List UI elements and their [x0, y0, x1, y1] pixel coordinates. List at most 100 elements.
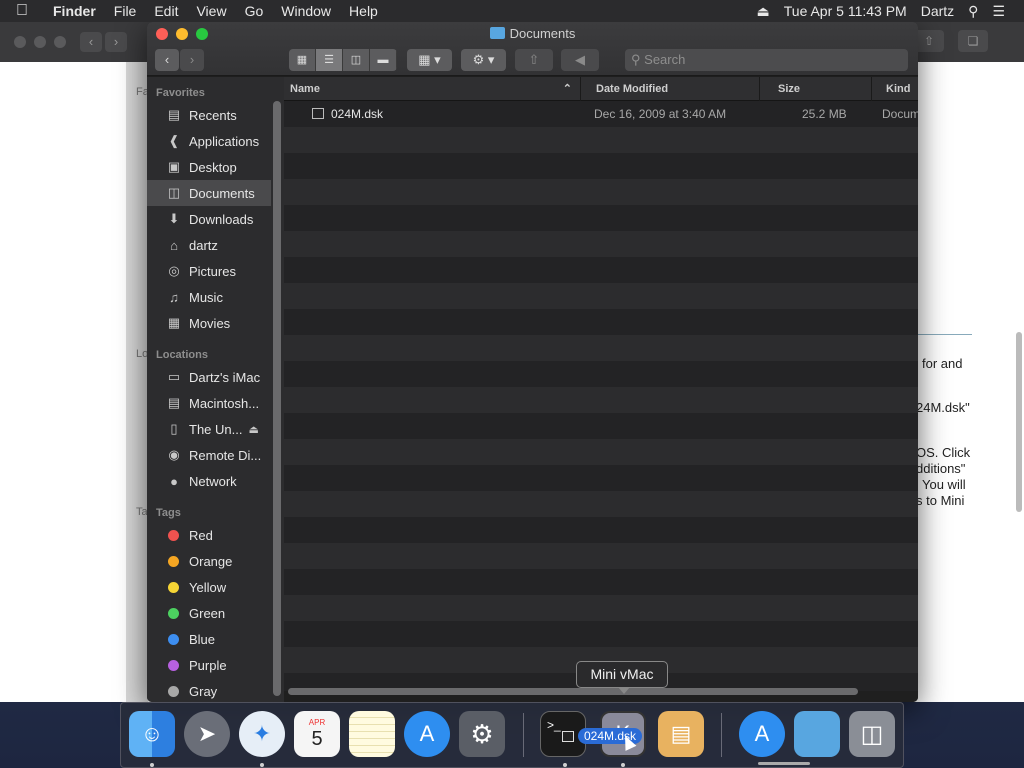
tag-dot-icon	[168, 529, 179, 541]
sidebar-item-applications[interactable]: ❰ Applications	[147, 128, 271, 154]
dock: ☺ ➤ ✦ APR 5 A ⚙ >_ K ▤ A ◫	[120, 702, 904, 768]
sidebar-item-macintosh-hd[interactable]: ▤ Macintosh...	[147, 390, 271, 416]
menu-view[interactable]: View	[187, 0, 235, 22]
sidebar-item-pictures[interactable]: ◎ Pictures	[147, 258, 271, 284]
film-icon: ▦	[167, 315, 181, 330]
share-icon[interactable]: ⇧	[515, 49, 553, 71]
apple-menu-icon[interactable]: 	[0, 2, 44, 20]
sidebar-item-label: Orange	[189, 553, 233, 569]
background-tabs-icon[interactable]: ❏	[958, 30, 988, 52]
background-scrollbar[interactable]	[1016, 332, 1022, 512]
document-icon	[562, 730, 574, 742]
tag-icon[interactable]: ◀	[561, 49, 599, 71]
column-header-name[interactable]: Name ⌃	[284, 77, 581, 101]
column-view-icon[interactable]: ◫	[343, 49, 370, 71]
background-share-icon[interactable]: ⇧	[914, 30, 944, 52]
running-indicator	[621, 763, 625, 767]
eject-icon[interactable]: ⏏	[750, 0, 777, 22]
sidebar-item-home[interactable]: ⌂ dartz	[147, 232, 271, 258]
column-header-label: Date Modified	[596, 83, 669, 95]
menu-go[interactable]: Go	[236, 0, 273, 22]
applications-icon: ❰	[168, 133, 180, 148]
menu-clock[interactable]: Tue Apr 5 11:43 PM	[777, 0, 914, 22]
sidebar-item-imac[interactable]: ▭ Dartz's iMac	[147, 364, 271, 390]
column-header-date[interactable]: Date Modified	[590, 77, 760, 101]
sidebar-item-label: Downloads	[189, 211, 254, 227]
background-minimize-button[interactable]	[34, 36, 46, 48]
running-indicator	[563, 763, 567, 767]
home-icon: ⌂	[170, 237, 178, 253]
background-zoom-button[interactable]	[54, 36, 66, 48]
sidebar-item-movies[interactable]: ▦ Movies	[147, 310, 271, 336]
group-by-icon[interactable]: ▦ ▾	[407, 49, 452, 71]
sidebar-item-label: Yellow	[189, 579, 227, 595]
sidebar-item-network[interactable]: ● Network	[147, 468, 271, 494]
sidebar-tag-blue[interactable]: Blue	[147, 626, 271, 652]
sidebar-item-remote-disc[interactable]: ◉ Remote Di...	[147, 442, 271, 468]
menu-help[interactable]: Help	[340, 0, 387, 22]
calendar-icon[interactable]: APR 5	[294, 711, 340, 757]
icon-view-icon[interactable]: ▦	[289, 49, 316, 71]
finder-icon[interactable]: ☺	[129, 711, 175, 757]
file-name-cell: 024M.dsk	[312, 101, 383, 127]
menu-app-name[interactable]: Finder	[44, 0, 105, 22]
sidebar-item-music[interactable]: ♫ Music	[147, 284, 271, 310]
system-preferences-icon[interactable]: ⚙	[459, 711, 505, 757]
sidebar-item-downloads[interactable]: ⬇ Downloads	[147, 206, 271, 232]
sidebar-item-documents[interactable]: ◫ Documents	[147, 180, 271, 206]
sidebar-item-label: Macintosh...	[189, 395, 260, 411]
menu-window[interactable]: Window	[272, 0, 340, 22]
disk-icon: ▤	[167, 395, 181, 410]
background-text-line: for and	[922, 356, 963, 371]
sidebar-item-label: Pictures	[189, 263, 236, 279]
documents-folder-icon[interactable]	[794, 711, 840, 757]
sidebar-item-recents[interactable]: ▤ Recents	[147, 102, 271, 128]
sidebar-tag-yellow[interactable]: Yellow	[147, 574, 271, 600]
window-title-text: Documents	[509, 26, 576, 41]
background-forward-button[interactable]: ›	[105, 32, 127, 52]
file-kind-cell: Docume	[882, 107, 918, 121]
sidebar-tag-purple[interactable]: Purple	[147, 652, 271, 678]
horizontal-scrollbar[interactable]	[288, 688, 858, 695]
archive-utility-icon[interactable]: ▤	[658, 711, 704, 757]
menu-edit[interactable]: Edit	[145, 0, 187, 22]
sidebar-tag-green[interactable]: Green	[147, 600, 271, 626]
sidebar-item-label: The Un...	[189, 421, 243, 437]
safari-icon[interactable]: ✦	[239, 711, 285, 757]
gallery-view-icon[interactable]: ▬	[370, 49, 397, 71]
gear-icon[interactable]: ⚙ ▾	[461, 49, 506, 71]
search-placeholder: Search	[644, 52, 686, 67]
background-text-line: You will	[922, 477, 966, 492]
running-indicator	[260, 763, 264, 767]
notification-center-icon[interactable]: ☰	[985, 0, 1012, 22]
sidebar-tag-red[interactable]: Red	[147, 522, 271, 548]
running-indicator	[150, 763, 154, 767]
dock-separator	[523, 713, 524, 757]
sidebar-scrollbar[interactable]	[273, 101, 281, 696]
trash-icon[interactable]: ◫	[849, 711, 895, 757]
list-view-icon[interactable]: ☰	[316, 49, 343, 71]
background-close-button[interactable]	[14, 36, 26, 48]
eject-icon[interactable]: ⏏	[248, 423, 258, 436]
sidebar-item-label: Desktop	[189, 159, 237, 175]
back-button[interactable]: ‹	[155, 49, 179, 71]
spotlight-icon[interactable]: ⚲	[961, 0, 985, 22]
background-back-button[interactable]: ‹	[80, 32, 102, 52]
app-store-icon[interactable]: A	[404, 711, 450, 757]
tag-dot-icon	[168, 659, 179, 671]
notes-icon[interactable]	[349, 711, 395, 757]
forward-button[interactable]: ›	[180, 49, 204, 71]
search-input[interactable]: ⚲ Search	[625, 49, 908, 71]
menu-file[interactable]: File	[105, 0, 146, 22]
sidebar-tag-orange[interactable]: Orange	[147, 548, 271, 574]
sidebar-item-label: Network	[189, 473, 237, 489]
menu-user[interactable]: Dartz	[914, 0, 961, 22]
launchpad-icon[interactable]: ➤	[184, 711, 230, 757]
column-header-size[interactable]: Size	[772, 77, 872, 101]
sidebar-tag-gray[interactable]: Gray	[147, 678, 271, 702]
app-store-folder-icon[interactable]: A	[739, 711, 785, 757]
table-row[interactable]: 024M.dsk Dec 16, 2009 at 3:40 AM 25.2 MB…	[284, 101, 918, 127]
sidebar-item-external-disk[interactable]: ▯ The Un... ⏏	[147, 416, 271, 442]
column-header-kind[interactable]: Kind	[880, 77, 918, 101]
sidebar-item-desktop[interactable]: ▣ Desktop	[147, 154, 271, 180]
